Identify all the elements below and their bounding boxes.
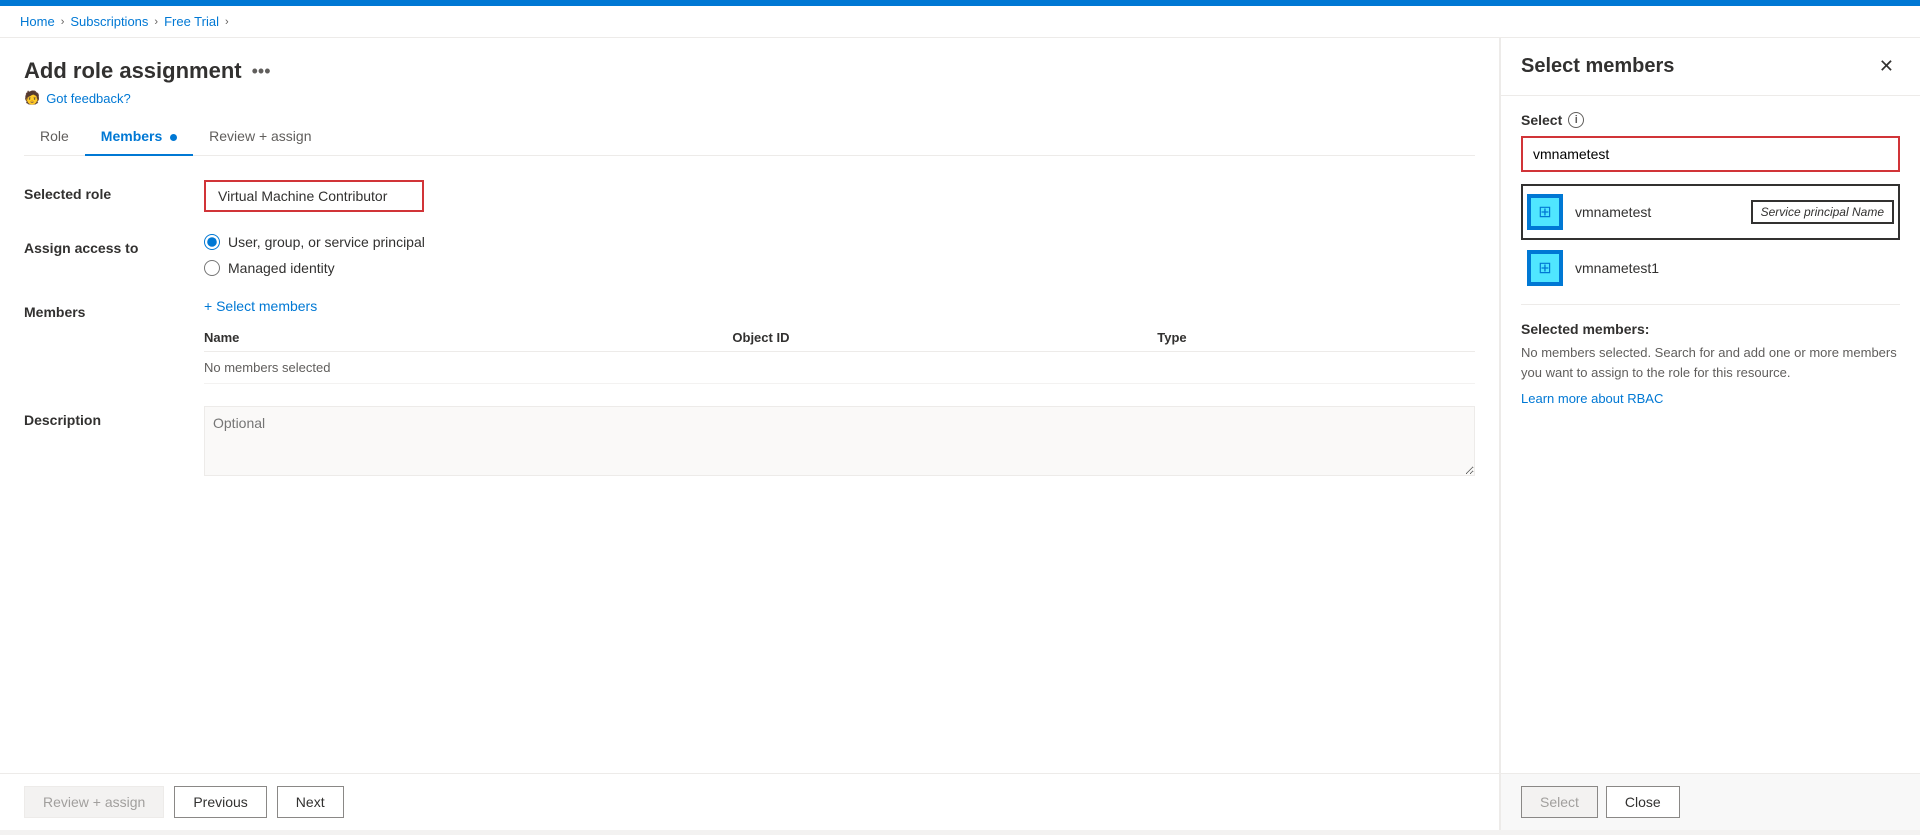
panel-select-button[interactable]: Select (1521, 786, 1598, 818)
radio-user-group[interactable]: User, group, or service principal (204, 234, 1475, 250)
info-icon[interactable]: i (1568, 112, 1584, 128)
table-row-empty: No members selected (204, 352, 1475, 384)
feedback-button[interactable]: 🧑 Got feedback? (24, 90, 1475, 106)
member-name-1: vmnametest (1575, 204, 1651, 220)
radio-group: User, group, or service principal Manage… (204, 234, 1475, 276)
breadcrumb-sep-3: › (225, 16, 229, 28)
tab-review-assign-label: Review + assign (209, 128, 311, 144)
breadcrumb-subscriptions[interactable]: Subscriptions (70, 14, 148, 29)
close-panel-button[interactable]: ✕ (1873, 54, 1900, 79)
description-label: Description (24, 406, 204, 428)
members-row: Members + Select members Name Object ID … (24, 298, 1475, 384)
breadcrumb-free-trial[interactable]: Free Trial (164, 14, 219, 29)
tab-role[interactable]: Role (24, 118, 85, 156)
radio-user-group-input[interactable] (204, 234, 220, 250)
radio-managed-identity[interactable]: Managed identity (204, 260, 1475, 276)
page-title-row: Add role assignment ••• (24, 58, 1475, 84)
members-value: + Select members Name Object ID Type (204, 298, 1475, 384)
selected-members-section: Selected members: No members selected. S… (1521, 321, 1900, 406)
panel-divider (1521, 304, 1900, 305)
members-table: Name Object ID Type No members selected (204, 324, 1475, 384)
panel-close-button[interactable]: Close (1606, 786, 1680, 818)
left-panel: Add role assignment ••• 🧑 Got feedback? … (0, 38, 1500, 830)
previous-button[interactable]: Previous (174, 786, 266, 818)
tab-members[interactable]: Members (85, 118, 193, 156)
col-header-type: Type (1157, 324, 1475, 352)
next-button[interactable]: Next (277, 786, 344, 818)
select-label-row: Select i (1521, 112, 1900, 128)
assign-access-value: User, group, or service principal Manage… (204, 234, 1475, 276)
feedback-person-icon: 🧑 (24, 90, 40, 106)
select-members-link[interactable]: + Select members (204, 298, 1475, 314)
breadcrumb: Home › Subscriptions › Free Trial › (0, 6, 1920, 38)
members-label: Members (24, 298, 204, 320)
right-panel-body: Select i ⊞ vmnametest Service principal … (1501, 96, 1920, 773)
col-header-name: Name (204, 324, 712, 352)
select-label: Select (1521, 112, 1562, 128)
selected-members-title: Selected members: (1521, 321, 1900, 337)
col-header-objectid: Object ID (712, 324, 1157, 352)
breadcrumb-sep-1: › (61, 16, 65, 28)
right-panel: Select members ✕ Select i ⊞ vmnametest (1500, 38, 1920, 830)
service-principal-badge: Service principal Name (1751, 200, 1894, 224)
selected-role-box: Virtual Machine Contributor (204, 180, 424, 212)
member-avatar-icon-2: ⊞ (1538, 258, 1551, 278)
member-avatar-2: ⊞ (1527, 250, 1563, 286)
description-value (204, 406, 1475, 479)
tabs: Role Members Review + assign (24, 118, 1475, 156)
member-name-2: vmnametest1 (1575, 260, 1659, 276)
feedback-label: Got feedback? (46, 91, 131, 106)
radio-user-group-label: User, group, or service principal (228, 234, 425, 250)
assign-access-row: Assign access to User, group, or service… (24, 234, 1475, 276)
page-title: Add role assignment (24, 58, 242, 84)
radio-managed-identity-label: Managed identity (228, 260, 335, 276)
selected-role-row: Selected role Virtual Machine Contributo… (24, 180, 1475, 212)
bottom-bar: Review + assign Previous Next (0, 773, 1499, 830)
right-panel-header: Select members ✕ (1501, 38, 1920, 96)
tab-role-label: Role (40, 128, 69, 144)
radio-managed-identity-input[interactable] (204, 260, 220, 276)
search-box-wrapper (1521, 136, 1900, 172)
assign-access-label: Assign access to (24, 234, 204, 256)
description-textarea[interactable] (204, 406, 1475, 476)
selected-role-label: Selected role (24, 180, 204, 202)
member-avatar-icon-1: ⊞ (1538, 202, 1551, 222)
member-avatar-1: ⊞ (1527, 194, 1563, 230)
review-assign-button[interactable]: Review + assign (24, 786, 164, 818)
breadcrumb-home[interactable]: Home (20, 14, 55, 29)
tab-review-assign[interactable]: Review + assign (193, 118, 327, 156)
main-layout: Add role assignment ••• 🧑 Got feedback? … (0, 38, 1920, 830)
panel-content: Selected role Virtual Machine Contributo… (0, 156, 1499, 773)
member-avatar-inner-1: ⊞ (1531, 198, 1559, 226)
tab-members-label: Members (101, 128, 162, 144)
member-list: ⊞ vmnametest Service principal Name ⊞ vm… (1521, 184, 1900, 296)
breadcrumb-sep-2: › (154, 16, 158, 28)
select-members-plus: + Select members (204, 298, 317, 314)
search-input[interactable] (1525, 140, 1896, 168)
page-header: Add role assignment ••• 🧑 Got feedback? … (0, 38, 1499, 156)
learn-more-rbac-link[interactable]: Learn more about RBAC (1521, 391, 1663, 406)
member-item-1[interactable]: ⊞ vmnametest Service principal Name (1521, 184, 1900, 240)
member-avatar-inner-2: ⊞ (1531, 254, 1559, 282)
right-panel-title: Select members (1521, 55, 1674, 78)
selected-role-value: Virtual Machine Contributor (204, 180, 1475, 212)
no-members-text: No members selected (204, 352, 1475, 384)
selected-members-desc: No members selected. Search for and add … (1521, 343, 1900, 382)
right-panel-footer: Select Close (1501, 773, 1920, 830)
members-dot (170, 134, 177, 141)
more-options-icon[interactable]: ••• (252, 61, 271, 82)
description-row: Description (24, 406, 1475, 479)
member-item-2[interactable]: ⊞ vmnametest1 (1521, 240, 1900, 296)
